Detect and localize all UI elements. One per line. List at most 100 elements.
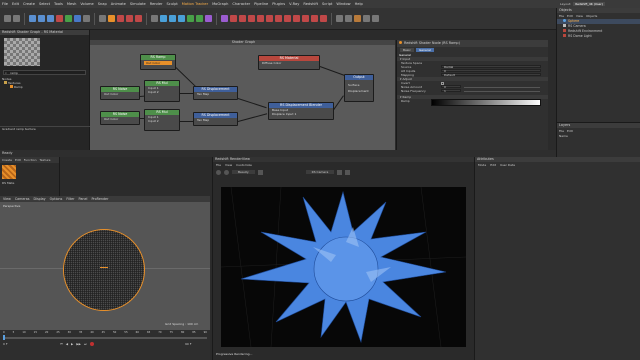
viewport-menu-view[interactable]: View xyxy=(3,197,11,201)
tree-item-ramp[interactable]: Ramp xyxy=(0,85,89,89)
menu-redshift[interactable]: Redshift xyxy=(303,2,318,6)
redo-icon[interactable] xyxy=(13,15,20,22)
workplane-icon[interactable] xyxy=(336,15,343,22)
node-port[interactable]: Out Color xyxy=(101,92,139,96)
menu-render[interactable]: Render xyxy=(150,2,163,6)
node-rs-displacement-blender[interactable]: RS Displacement Blender Base Input Displ… xyxy=(268,102,334,120)
node-port[interactable]: Displace Input 1 xyxy=(269,112,333,116)
node-port[interactable]: Tex Map xyxy=(194,92,237,96)
rs-object-icon[interactable] xyxy=(302,15,309,22)
layers-menu-item[interactable]: Edit xyxy=(567,129,573,133)
alt-inputs-field[interactable]: 0 xyxy=(441,69,541,73)
rs-aov-icon[interactable] xyxy=(320,15,327,22)
attributes-menu-mode[interactable]: Mode xyxy=(478,163,486,167)
node-port[interactable]: Tex Map xyxy=(194,118,237,122)
rotate-tool-icon[interactable] xyxy=(47,15,54,22)
menu-motion-tracker[interactable]: Motion Tracker xyxy=(182,2,208,6)
play-icon[interactable]: ▶ xyxy=(71,342,73,346)
y-axis-icon[interactable] xyxy=(65,15,72,22)
rs-env-icon[interactable] xyxy=(293,15,300,22)
array-icon[interactable] xyxy=(160,15,167,22)
layout-switcher[interactable]: Layout: Redshift_4K (User) xyxy=(560,0,605,8)
menu-pipeline[interactable]: Pipeline xyxy=(254,2,268,6)
undo-icon[interactable] xyxy=(4,15,11,22)
objects-menu-objects[interactable]: Objects xyxy=(586,14,597,18)
node-rs-mul-2[interactable]: RS Mul Input 1 Input 2 xyxy=(144,109,180,131)
menu-animate[interactable]: Animate xyxy=(111,2,126,6)
axis-gizmo[interactable] xyxy=(100,267,108,268)
menu-mesh[interactable]: Mesh xyxy=(67,2,76,6)
viewport-menu-display[interactable]: Display xyxy=(33,197,45,201)
layout-value[interactable]: Redshift_4K (User) xyxy=(573,2,605,6)
pen-icon[interactable] xyxy=(135,15,142,22)
menu-sculpt[interactable]: Sculpt xyxy=(167,2,178,6)
menu-tools[interactable]: Tools xyxy=(54,2,63,6)
lock-icon[interactable] xyxy=(345,169,351,175)
material-menu-create[interactable]: Create xyxy=(2,158,12,162)
object-rs-dome-light[interactable]: RS Dome Light xyxy=(557,34,640,39)
cube-icon[interactable] xyxy=(126,15,133,22)
render-view-icon[interactable] xyxy=(108,15,115,22)
menu-file[interactable]: File xyxy=(2,2,8,6)
mapping-dropdown[interactable]: Default xyxy=(441,73,541,77)
node-rs-material[interactable]: RS Material Diffuse Color xyxy=(258,55,320,70)
rs-tag-icon[interactable] xyxy=(311,15,318,22)
attributes-menu-user-data[interactable]: User Data xyxy=(500,163,515,167)
region-icon[interactable] xyxy=(337,169,343,175)
menu-help[interactable]: Help xyxy=(355,2,363,6)
viewport-menu-cameras[interactable]: Cameras xyxy=(15,197,30,201)
layers-menu-item[interactable]: File xyxy=(559,129,564,133)
objects-menu-view[interactable]: View xyxy=(576,14,583,18)
node-output[interactable]: Output Surface Displacement xyxy=(344,74,374,102)
grid-icon[interactable] xyxy=(372,15,379,22)
renderview-menu-customize[interactable]: Customize xyxy=(236,163,252,167)
node-port[interactable]: Surface xyxy=(345,83,373,87)
snapshot-icon[interactable] xyxy=(257,169,263,175)
snap-icon[interactable] xyxy=(345,15,352,22)
camera-dropdown[interactable]: RS Camera xyxy=(305,170,335,174)
rs-volume-icon[interactable] xyxy=(275,15,282,22)
step-forward-icon[interactable]: ▶▶ xyxy=(76,342,81,346)
scale-tool-icon[interactable] xyxy=(38,15,45,22)
material-menu-edit[interactable]: Edit xyxy=(15,158,21,162)
frame-start[interactable]: 0 F xyxy=(3,342,8,346)
viewport-menu-options[interactable]: Options xyxy=(50,197,63,201)
source-dropdown[interactable]: Radial xyxy=(441,65,541,69)
coord-system-icon[interactable] xyxy=(83,15,90,22)
step-back-icon[interactable]: ◀ xyxy=(66,342,68,346)
playhead[interactable] xyxy=(3,335,5,340)
noise-frequency-field[interactable]: 1 xyxy=(441,89,461,93)
go-start-icon[interactable]: ⏮ xyxy=(60,342,63,346)
tab-general[interactable]: General xyxy=(415,48,434,52)
node-rs-noise-2[interactable]: RS Noise Out Color xyxy=(100,111,140,125)
node-rs-displacement-2[interactable]: RS Displacement Tex Map xyxy=(193,112,238,126)
render-start-icon[interactable] xyxy=(216,169,221,175)
record-icon[interactable] xyxy=(89,342,94,346)
attributes-menu-edit[interactable]: Edit xyxy=(490,163,496,167)
light-icon[interactable] xyxy=(221,15,228,22)
timeline-track[interactable] xyxy=(3,337,207,339)
viewport-menu-filter[interactable]: Filter xyxy=(66,197,74,201)
material-menu-function[interactable]: Function xyxy=(24,158,37,162)
rs-light-icon[interactable] xyxy=(239,15,246,22)
render-region-icon[interactable] xyxy=(99,15,106,22)
node-port[interactable]: Input 2 xyxy=(145,90,179,94)
menu-edit[interactable]: Edit xyxy=(12,2,19,6)
node-rs-ramp[interactable]: RS Ramp Out Color xyxy=(140,54,176,70)
sphere-object[interactable] xyxy=(63,229,145,311)
objects-menu-file[interactable]: File xyxy=(559,14,564,18)
menu-simulate[interactable]: Simulate xyxy=(130,2,146,6)
timeline-ruler[interactable]: 0 5 10 15 20 25 30 35 40 45 50 55 60 65 70 75 80 85 90 xyxy=(3,331,207,336)
menu-snap[interactable]: Snap xyxy=(98,2,107,6)
menu-volume[interactable]: Volume xyxy=(80,2,93,6)
menu-create[interactable]: Create xyxy=(23,2,35,6)
noise-amount-field[interactable]: 0 xyxy=(441,85,461,89)
z-axis-icon[interactable] xyxy=(74,15,81,22)
node-port[interactable]: Out Color xyxy=(101,117,139,121)
rs-camera-icon[interactable] xyxy=(284,15,291,22)
texture-icon[interactable] xyxy=(354,15,361,22)
menu-plugins[interactable]: Plugins xyxy=(272,2,285,6)
deformer-icon[interactable] xyxy=(187,15,194,22)
material-swatch[interactable] xyxy=(2,165,16,179)
node-port[interactable]: Diffuse Color xyxy=(259,61,319,65)
